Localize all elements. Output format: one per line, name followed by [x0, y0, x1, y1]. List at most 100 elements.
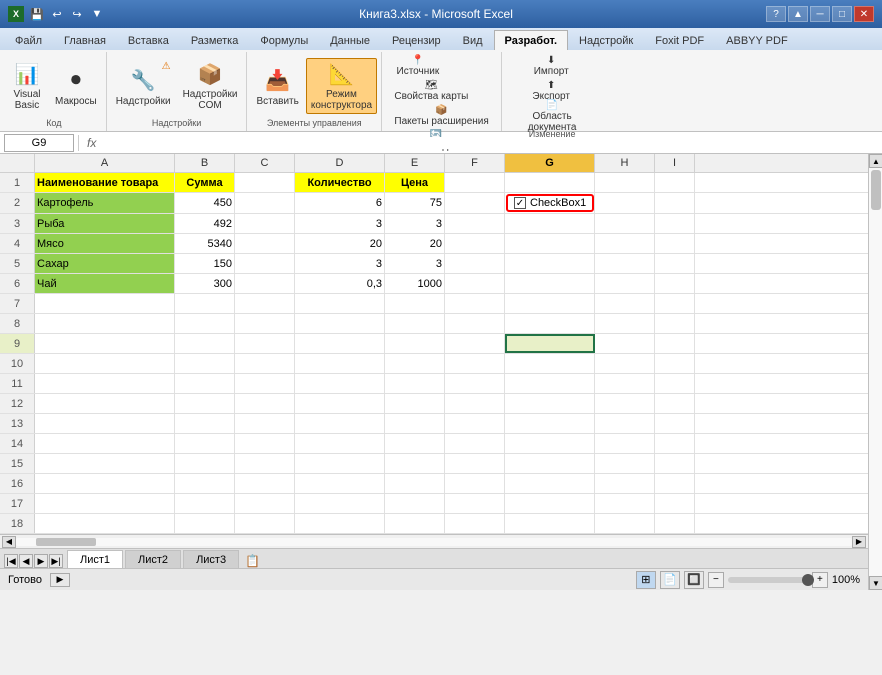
tab-review[interactable]: Рецензир [381, 30, 452, 50]
cell-E12[interactable] [385, 394, 445, 413]
cell-B16[interactable] [175, 474, 235, 493]
minimize-btn[interactable]: ─ [810, 6, 830, 22]
cell-A12[interactable] [35, 394, 175, 413]
cell-D12[interactable] [295, 394, 385, 413]
cell-I11[interactable] [655, 374, 695, 393]
cell-I8[interactable] [655, 314, 695, 333]
cell-F6[interactable] [445, 274, 505, 293]
cell-A11[interactable] [35, 374, 175, 393]
h-scroll-thumb[interactable] [36, 538, 96, 546]
save-quick-btn[interactable]: 💾 [28, 5, 46, 23]
cell-E18[interactable] [385, 514, 445, 533]
cell-E6[interactable]: 1000 [385, 274, 445, 293]
sheet-tab-3[interactable]: Лист3 [183, 550, 239, 568]
cell-D10[interactable] [295, 354, 385, 373]
cell-I10[interactable] [655, 354, 695, 373]
cell-D11[interactable] [295, 374, 385, 393]
cell-B6[interactable]: 300 [175, 274, 235, 293]
col-header-H[interactable]: H [595, 154, 655, 172]
cell-G3[interactable] [505, 214, 595, 233]
cell-H16[interactable] [595, 474, 655, 493]
cell-D2[interactable]: 6 [295, 193, 385, 213]
cell-C11[interactable] [235, 374, 295, 393]
cell-D6[interactable]: 0,3 [295, 274, 385, 293]
sheet-next-btn[interactable]: ▶ [34, 554, 48, 568]
qa-dropdown-btn[interactable]: ▼ [88, 5, 106, 23]
tab-foxit[interactable]: Foxit PDF [644, 30, 715, 50]
cell-B1[interactable]: Сумма [175, 173, 235, 192]
cell-G2[interactable]: ✓ CheckBox1 [505, 193, 595, 213]
cell-E4[interactable]: 20 [385, 234, 445, 253]
cell-I17[interactable] [655, 494, 695, 513]
cell-A1[interactable]: Наименование товара [35, 173, 175, 192]
cell-I16[interactable] [655, 474, 695, 493]
tab-data[interactable]: Данные [319, 30, 381, 50]
cell-C17[interactable] [235, 494, 295, 513]
addins-btn[interactable]: 🔧 Надстройки ⚠ [111, 58, 176, 114]
sheet-last-btn[interactable]: ▶| [49, 554, 63, 568]
cell-H17[interactable] [595, 494, 655, 513]
cell-B15[interactable] [175, 454, 235, 473]
cell-H11[interactable] [595, 374, 655, 393]
cell-A2[interactable]: Картофель [35, 193, 175, 213]
tab-layout[interactable]: Разметка [180, 30, 250, 50]
close-btn[interactable]: ✕ [854, 6, 874, 22]
cell-E9[interactable] [385, 334, 445, 353]
cell-I13[interactable] [655, 414, 695, 433]
cell-H10[interactable] [595, 354, 655, 373]
design-mode-btn[interactable]: 📐 Режимконструктора [306, 58, 377, 114]
cell-B13[interactable] [175, 414, 235, 433]
cell-A8[interactable] [35, 314, 175, 333]
cell-F12[interactable] [445, 394, 505, 413]
maximize-btn[interactable]: □ [832, 6, 852, 22]
tab-abbyy[interactable]: ABBYY PDF [715, 30, 799, 50]
cell-G8[interactable] [505, 314, 595, 333]
cell-C6[interactable] [235, 274, 295, 293]
normal-view-btn[interactable]: ⊞ [636, 571, 656, 589]
cell-G18[interactable] [505, 514, 595, 533]
cell-H18[interactable] [595, 514, 655, 533]
cell-A4[interactable]: Мясо [35, 234, 175, 253]
tab-insert[interactable]: Вставка [117, 30, 180, 50]
sheet-first-btn[interactable]: |◀ [4, 554, 18, 568]
ribbon-toggle-btn[interactable]: ▲ [788, 6, 808, 22]
cell-G5[interactable] [505, 254, 595, 273]
cell-G12[interactable] [505, 394, 595, 413]
undo-btn[interactable]: ↩ [48, 5, 66, 23]
com-addins-btn[interactable]: 📦 НадстройкиCOM [178, 58, 243, 114]
cell-F18[interactable] [445, 514, 505, 533]
cell-E1[interactable]: Цена [385, 173, 445, 192]
cell-D5[interactable]: 3 [295, 254, 385, 273]
cell-F10[interactable] [445, 354, 505, 373]
insert-control-btn[interactable]: 📥 Вставить [251, 58, 303, 114]
cell-C14[interactable] [235, 434, 295, 453]
import-btn[interactable]: ⬇ Импорт [524, 54, 579, 78]
scroll-down-btn[interactable]: ▼ [869, 576, 882, 590]
cell-E3[interactable]: 3 [385, 214, 445, 233]
tab-view[interactable]: Вид [452, 30, 494, 50]
cell-G16[interactable] [505, 474, 595, 493]
cell-A6[interactable]: Чай [35, 274, 175, 293]
cell-E11[interactable] [385, 374, 445, 393]
doc-area-btn[interactable]: 📄 Областьдокумента [524, 104, 581, 128]
cell-reference-input[interactable]: G9 [4, 134, 74, 152]
cell-G6[interactable] [505, 274, 595, 293]
help-btn[interactable]: ? [766, 6, 786, 22]
cell-D16[interactable] [295, 474, 385, 493]
cell-B7[interactable] [175, 294, 235, 313]
cell-I15[interactable] [655, 454, 695, 473]
cell-D13[interactable] [295, 414, 385, 433]
cell-F11[interactable] [445, 374, 505, 393]
cell-C18[interactable] [235, 514, 295, 533]
cell-F13[interactable] [445, 414, 505, 433]
cell-H15[interactable] [595, 454, 655, 473]
cell-I5[interactable] [655, 254, 695, 273]
cell-I3[interactable] [655, 214, 695, 233]
cell-B5[interactable]: 150 [175, 254, 235, 273]
col-header-F[interactable]: F [445, 154, 505, 172]
macros-btn[interactable]: ⏺ Макросы [50, 58, 102, 114]
h-scroll-left-btn[interactable]: ◀ [2, 536, 16, 548]
cell-F14[interactable] [445, 434, 505, 453]
cell-I18[interactable] [655, 514, 695, 533]
cell-D15[interactable] [295, 454, 385, 473]
